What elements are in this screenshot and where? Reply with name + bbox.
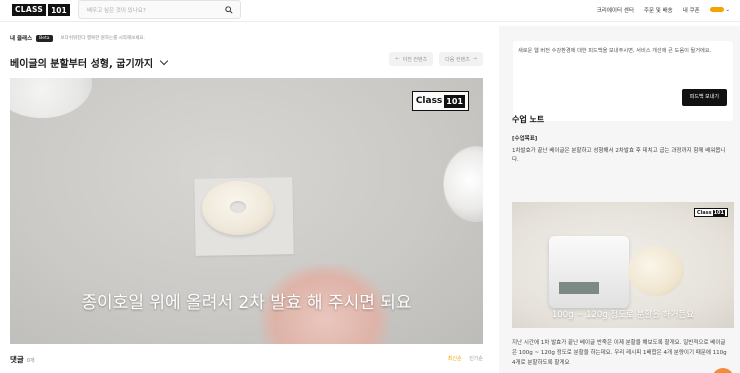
nav-my-coupons[interactable]: 내 쿠폰 <box>683 6 700 14</box>
lesson-title: 베이글의 분할부터 성형, 굽기까지 <box>10 59 154 70</box>
search-input[interactable]: 배우고 싶은 것이 있나요? <box>78 0 241 19</box>
comment-sort: 최신순 인기순 <box>448 355 483 362</box>
watermark-number: 101 <box>444 94 465 108</box>
note-body-text: 지난 시간에 1차 발효가 끝난 베이글 반죽은 이제 분할을 해보도록 할게요… <box>512 340 727 366</box>
watermark-number: 101 <box>712 209 725 216</box>
arrow-right-icon: → <box>472 56 477 62</box>
comments-count: 0개 <box>26 358 35 364</box>
logo-text: CLASS <box>12 4 47 16</box>
beta-badge: Beta <box>36 34 53 42</box>
arrow-left-icon: ← <box>395 56 400 62</box>
goal-text: 1차발효가 끝난 베이글은 분할하고 성형해서 2차발효 후 데치고 굽는 과정… <box>512 148 726 164</box>
bagel-image <box>202 181 274 235</box>
chevron-down-icon: ⌄ <box>725 7 730 13</box>
watermark-text: Class <box>415 96 443 106</box>
profile-avatar-icon <box>709 7 724 12</box>
send-feedback-button[interactable]: 피드백 보내기 <box>681 89 727 106</box>
top-header: CLASS 101 배우고 싶은 것이 있나요? 크리에이터 센터 주문 및 배… <box>0 0 740 22</box>
prev-content-label: 이전 컨텐츠 <box>402 56 428 63</box>
video-subtitle: 종이호일 위에 올려서 2차 발효 해 주시면 되요 <box>81 293 412 313</box>
content-nav: ← 이전 컨텐츠 다음 컨텐츠 → <box>389 52 483 66</box>
profile-menu[interactable]: ⌄ <box>709 7 730 13</box>
nav-creator-center[interactable]: 크리에이터 센터 <box>597 6 634 14</box>
dough-image <box>628 246 684 296</box>
note-image-subtitle: 100g ~ 120g 정도로 분할을 하거든요 <box>551 310 695 320</box>
my-class-description: 보다쉬워진다 행복한 원하는를 시작해보세요. <box>60 36 145 41</box>
header-nav: 크리에이터 센터 주문 및 배송 내 쿠폰 ⌄ <box>597 6 730 14</box>
search-placeholder: 배우고 싶은 것이 있나요? <box>87 8 146 14</box>
my-class-row: 내 클래스 Beta 보다쉬워진다 행복한 원하는를 시작해보세요. <box>10 34 483 42</box>
sort-popular[interactable]: 인기순 <box>469 356 483 362</box>
next-content-label: 다음 컨텐츠 <box>445 56 470 63</box>
sort-latest[interactable]: 최신순 <box>448 356 462 362</box>
prev-content-button[interactable]: ← 이전 컨텐츠 <box>389 52 434 66</box>
scale-display <box>559 282 599 294</box>
class101-logo[interactable]: CLASS 101 <box>12 4 70 16</box>
feedback-card: 새로운 웹 버전 수강환경에 대한 피드백을 보내주시면, 서비스 개선에 큰 … <box>513 41 733 121</box>
nav-orders[interactable]: 주문 및 배송 <box>644 6 673 14</box>
next-content-button[interactable]: 다음 컨텐츠 → <box>439 52 483 66</box>
goal-header: [수업목표] <box>512 136 538 142</box>
bagel-hole <box>230 201 246 213</box>
search-icon[interactable] <box>225 6 233 14</box>
title-row: 베이글의 분할부터 성형, 굽기까지 ← 이전 컨텐츠 다음 컨텐츠 → <box>10 52 483 70</box>
feedback-text: 새로운 웹 버전 수강환경에 대한 피드백을 보내주시면, 서비스 개선에 큰 … <box>518 48 712 54</box>
logo-number: 101 <box>48 4 70 16</box>
chevron-down-icon <box>159 56 169 65</box>
comments-title: 댓글 <box>10 355 24 364</box>
lesson-header: 내 클래스 Beta 보다쉬워진다 행복한 원하는를 시작해보세요. 베이글의 … <box>10 34 483 70</box>
notes-title: 수업 노트 <box>512 115 545 124</box>
class-notes-sidebar: 새로운 웹 버전 수강환경에 대한 피드백을 보내주시면, 서비스 개선에 큰 … <box>499 26 740 373</box>
watermark-text: Class <box>696 209 712 216</box>
note-image-watermark: Class 101 <box>693 208 728 217</box>
my-class-label[interactable]: 내 클래스 <box>10 34 32 42</box>
video-player[interactable]: Class 101 종이호일 위에 올려서 2차 발효 해 주시면 되요 <box>10 78 483 344</box>
comments-header: 댓글 0개 최신순 인기순 <box>10 354 483 365</box>
kitchen-scale-image <box>549 236 629 308</box>
lesson-title-dropdown[interactable]: 베이글의 분할부터 성형, 굽기까지 <box>10 55 169 70</box>
video-watermark: Class 101 <box>411 91 469 111</box>
note-image[interactable]: Class 101 100g ~ 120g 정도로 분할을 하거든요 <box>512 202 734 328</box>
